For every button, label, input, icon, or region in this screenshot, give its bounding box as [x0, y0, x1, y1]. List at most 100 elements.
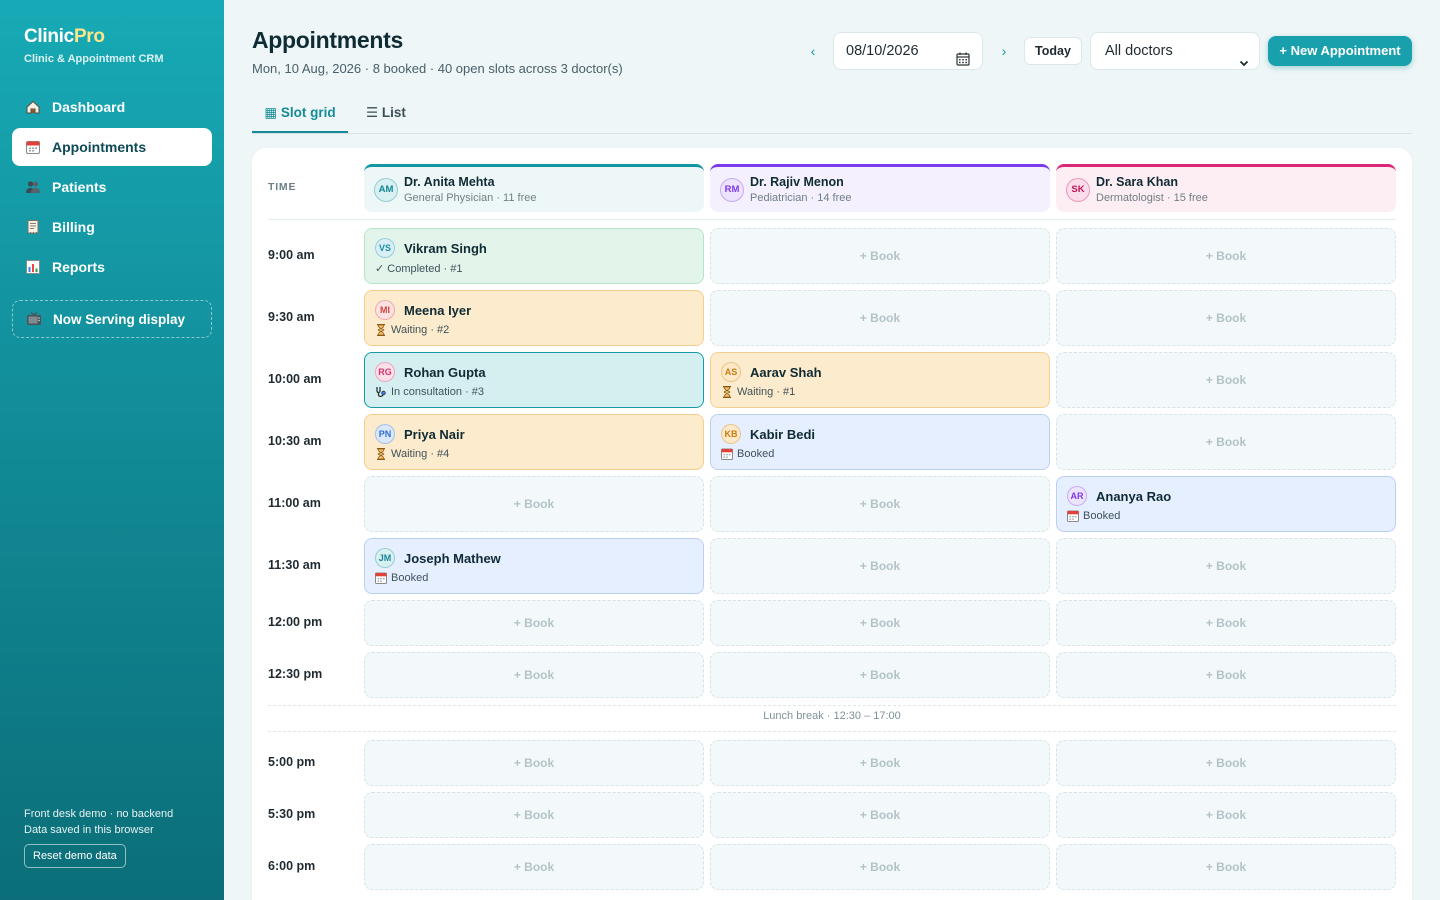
appointment-card[interactable]: PN Priya Nair Waiting · #4 [364, 414, 704, 470]
sidebar-item-label: Billing [52, 219, 95, 235]
book-slot-button[interactable]: + Book [1056, 228, 1396, 284]
calendar-icon [375, 572, 387, 584]
book-slot-button[interactable]: + Book [710, 228, 1050, 284]
lunch-break-label: Lunch break · 12:30 – 17:00 [763, 710, 901, 722]
time-slot-label: 11:30 am [268, 558, 321, 572]
sidebar-item-label: Patients [52, 179, 107, 195]
status-text: In consultation · #3 [391, 386, 484, 398]
patient-avatar: MI [375, 300, 395, 320]
book-slot-button[interactable]: + Book [364, 600, 704, 646]
date-input[interactable]: 08/10/2026 [833, 32, 983, 70]
doctor-column-header: RM Dr. Rajiv Menon Pediatrician · 14 free [710, 164, 1050, 212]
doctor-specialty: Dermatologist · 15 free [1096, 191, 1208, 204]
time-slot-label: 9:30 am [268, 310, 315, 324]
patient-avatar: VS [375, 238, 395, 258]
time-slot-label: 5:30 pm [268, 807, 316, 821]
book-slot-button[interactable]: + Book [710, 538, 1050, 594]
reset-demo-button[interactable]: Reset demo data [24, 844, 126, 868]
time-slot-label: 10:30 am [268, 434, 322, 448]
brand-subtitle: Clinic & Appointment CRM [24, 53, 164, 65]
appointment-header: KB Kabir Bedi [721, 424, 1039, 444]
sidebar-item-billing[interactable]: Billing [12, 208, 212, 246]
patient-avatar: JM [375, 548, 395, 568]
appointment-header: MI Meena Iyer [375, 300, 693, 320]
now-serving-button[interactable]: Now Serving display [12, 300, 212, 338]
book-slot-button[interactable]: + Book [1056, 414, 1396, 470]
book-slot-button[interactable]: + Book [710, 476, 1050, 532]
doctor-name: Dr. Anita Mehta [404, 174, 495, 189]
book-slot-button[interactable]: + Book [364, 792, 704, 838]
appointment-status: In consultation · #3 [375, 386, 693, 398]
new-appointment-button[interactable]: + New Appointment [1268, 36, 1412, 66]
time-slot-label: 10:00 am [268, 372, 322, 386]
patient-avatar: PN [375, 424, 395, 444]
book-slot-button[interactable]: + Book [1056, 652, 1396, 698]
previous-day-button[interactable]: ‹ [804, 40, 822, 62]
sidebar-item-patients[interactable]: Patients [12, 168, 212, 206]
book-slot-button[interactable]: + Book [1056, 600, 1396, 646]
doctor-avatar: AM [374, 177, 398, 202]
brand-logo[interactable]: ClinicPro [24, 26, 105, 48]
appointment-card[interactable]: JM Joseph Mathew Booked [364, 538, 704, 594]
status-text: Booked [1083, 510, 1121, 522]
appointment-header: VS Vikram Singh [375, 238, 693, 258]
appointment-card[interactable]: AR Ananya Rao Booked [1056, 476, 1396, 532]
time-slot-label: 5:00 pm [268, 755, 316, 769]
appointment-card[interactable]: MI Meena Iyer Waiting · #2 [364, 290, 704, 346]
book-slot-button[interactable]: + Book [1056, 740, 1396, 786]
time-slot-label: 11:00 am [268, 496, 321, 510]
time-slot-label: 9:00 am [268, 248, 315, 262]
appointment-card[interactable]: AS Aarav Shah Waiting · #1 [710, 352, 1050, 408]
stethoscope-icon [375, 386, 387, 398]
book-slot-button[interactable]: + Book [710, 290, 1050, 346]
doctor-filter-select[interactable]: All doctors [1090, 32, 1260, 70]
tab-slot-grid[interactable]: ▦ Slot grid [252, 96, 348, 133]
book-slot-button[interactable]: + Book [1056, 290, 1396, 346]
sidebar-item-dashboard[interactable]: Dashboard [12, 88, 212, 126]
book-slot-button[interactable]: + Book [710, 740, 1050, 786]
sidebar: ClinicPro Clinic & Appointment CRM Dashb… [0, 0, 224, 900]
appointment-card[interactable]: KB Kabir Bedi Booked [710, 414, 1050, 470]
appointment-status: Booked [375, 572, 693, 584]
appointment-header: AR Ananya Rao [1067, 486, 1385, 506]
book-slot-button[interactable]: + Book [710, 652, 1050, 698]
appointment-card[interactable]: VS Vikram Singh ✓ Completed · #1 [364, 228, 704, 284]
calendar-picker-icon[interactable] [956, 44, 970, 66]
book-slot-button[interactable]: + Book [710, 600, 1050, 646]
book-slot-button[interactable]: + Book [1056, 844, 1396, 890]
lunch-divider [268, 705, 1396, 706]
book-slot-button[interactable]: + Book [1056, 352, 1396, 408]
calendar-icon [24, 139, 41, 156]
book-slot-button[interactable]: + Book [364, 844, 704, 890]
appointment-header: RG Rohan Gupta [375, 362, 693, 382]
hourglass-icon [375, 324, 387, 336]
doctor-avatar: RM [720, 177, 744, 202]
book-slot-button[interactable]: + Book [710, 844, 1050, 890]
lunch-divider [268, 731, 1396, 732]
sidebar-nav: Dashboard Appointments Patients Billing … [12, 88, 212, 340]
bar-chart-icon [24, 259, 41, 276]
book-slot-button[interactable]: + Book [364, 740, 704, 786]
book-slot-button[interactable]: + Book [364, 652, 704, 698]
time-slot-label: 6:00 pm [268, 859, 316, 873]
status-text: ✓ Completed · #1 [375, 263, 463, 275]
next-day-button[interactable]: › [995, 40, 1013, 62]
book-slot-button[interactable]: + Book [1056, 538, 1396, 594]
patient-name: Aarav Shah [750, 364, 822, 380]
doctor-column-header: SK Dr. Sara Khan Dermatologist · 15 free [1056, 164, 1396, 212]
patient-name: Priya Nair [404, 426, 465, 442]
book-slot-button[interactable]: + Book [364, 476, 704, 532]
tab-list[interactable]: ☰ List [366, 96, 406, 133]
appointment-card[interactable]: RG Rohan Gupta In consultation · #3 [364, 352, 704, 408]
today-button[interactable]: Today [1024, 37, 1082, 65]
sidebar-item-appointments[interactable]: Appointments [12, 128, 212, 166]
book-slot-button[interactable]: + Book [710, 792, 1050, 838]
patient-name: Rohan Gupta [404, 364, 486, 380]
patient-avatar: AS [721, 362, 741, 382]
patient-name: Kabir Bedi [750, 426, 816, 442]
sidebar-item-reports[interactable]: Reports [12, 248, 212, 286]
book-slot-button[interactable]: + Book [1056, 792, 1396, 838]
chevron-down-icon [1239, 46, 1249, 67]
now-serving-label: Now Serving display [53, 311, 186, 327]
status-text: Waiting · #1 [737, 386, 796, 398]
